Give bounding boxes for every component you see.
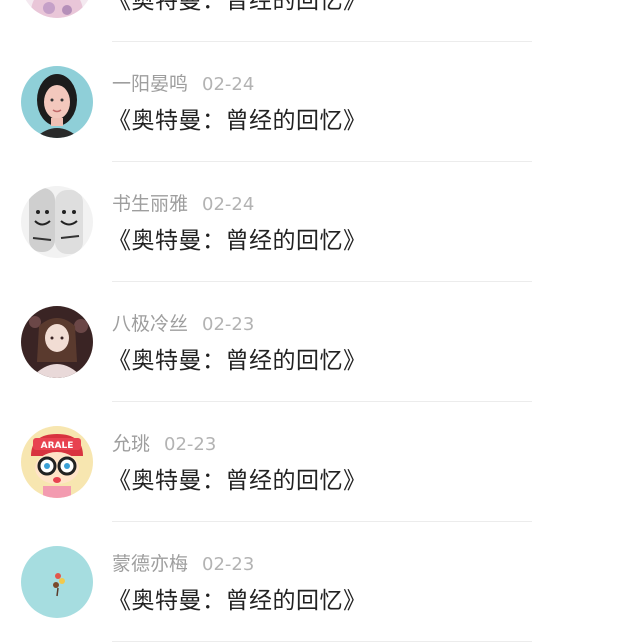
user-avatar[interactable] [21,186,93,258]
user-name[interactable]: 蒙德亦梅 [112,553,188,575]
comment-text: 《奥特曼：曾经的回忆》 [108,228,367,254]
comment-item[interactable]: 书生丽雅 02-24 《奥特曼：曾经的回忆》 [0,162,640,282]
comment-meta: 蒙德亦梅 02-23 [112,552,254,577]
comment-meta: 允珧 02-23 [112,432,216,457]
comment-item[interactable]: 蒙德亦梅 02-23 《奥特曼：曾经的回忆》 [0,522,640,642]
comment-item[interactable]: 一阳晏鸣 02-24 《奥特曼：曾经的回忆》 [0,42,640,162]
comment-text: 《奥特曼：曾经的回忆》 [108,468,367,494]
comment-meta: 一阳晏鸣 02-24 [112,72,254,97]
user-avatar[interactable] [21,0,93,18]
comment-date: 02-23 [202,554,255,575]
user-avatar[interactable]: ARALE [21,426,93,498]
comment-date: 02-23 [202,314,255,335]
user-avatar[interactable] [21,546,93,618]
comment-meta: 八极冷丝 02-23 [112,312,254,337]
comment-text: 《奥特曼：曾经的回忆》 [108,0,367,14]
comment-date: 02-24 [202,194,255,215]
comment-text: 《奥特曼：曾经的回忆》 [108,348,367,374]
comment-date: 02-23 [164,434,217,455]
user-name[interactable]: 一阳晏鸣 [112,73,188,95]
user-name[interactable]: 八极冷丝 [112,313,188,335]
user-name[interactable]: 允珧 [112,433,150,455]
comment-text: 《奥特曼：曾经的回忆》 [108,108,367,134]
user-avatar[interactable] [21,66,93,138]
comment-meta: 书生丽雅 02-24 [112,192,254,217]
comment-date: 02-24 [202,74,255,95]
user-name[interactable]: 书生丽雅 [112,193,188,215]
comment-list: 《奥特曼：曾经的回忆》 一阳晏鸣 02-24 《奥特曼：曾经的回忆》 书生丽雅 … [0,0,640,642]
user-avatar[interactable] [21,306,93,378]
comment-text: 《奥特曼：曾经的回忆》 [108,588,367,614]
comment-item[interactable]: 八极冷丝 02-23 《奥特曼：曾经的回忆》 [0,282,640,402]
comment-item[interactable]: ARALE 允珧 02-23 《奥特曼：曾经的回忆》 [0,402,640,522]
svg-text:ARALE: ARALE [41,441,74,451]
comment-item[interactable]: 《奥特曼：曾经的回忆》 [0,0,640,42]
